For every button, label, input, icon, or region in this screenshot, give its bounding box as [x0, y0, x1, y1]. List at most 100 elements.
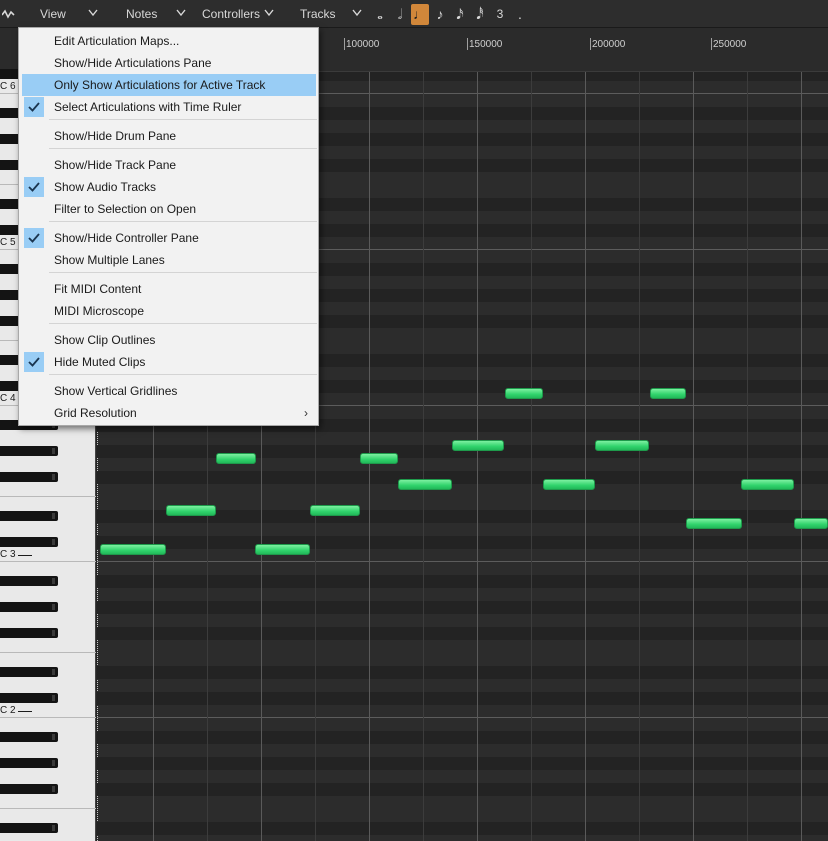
- menu-item-show-hide-controller-pane[interactable]: Show/Hide Controller Pane: [22, 227, 316, 249]
- chevron-down-icon[interactable]: [264, 0, 274, 28]
- midi-note[interactable]: [650, 388, 686, 399]
- white-key-divider: [0, 561, 96, 562]
- chevron-down-icon[interactable]: [88, 0, 98, 28]
- midi-note[interactable]: [310, 505, 360, 516]
- midi-note[interactable]: [166, 505, 216, 516]
- midi-note[interactable]: [505, 388, 543, 399]
- notes-menu[interactable]: Notes: [126, 0, 157, 28]
- menu-item-show-vertical-gridlines[interactable]: Show Vertical Gridlines: [22, 380, 316, 402]
- checkmark-icon: [24, 352, 44, 372]
- menu-item-label: Show/Hide Articulations Pane: [54, 56, 212, 70]
- midi-note[interactable]: [100, 544, 166, 555]
- menu-item-show-hide-drum-pane[interactable]: Show/Hide Drum Pane: [22, 125, 316, 147]
- thirty-second-note-icon[interactable]: 𝅘𝅥𝅰: [471, 4, 489, 25]
- menu-item-label: MIDI Microscope: [54, 304, 145, 318]
- triplet-button[interactable]: 3: [491, 4, 509, 25]
- midi-note[interactable]: [686, 518, 742, 529]
- black-key[interactable]: [0, 693, 58, 703]
- menu-item-label: Show Clip Outlines: [54, 333, 156, 347]
- black-key[interactable]: [0, 758, 58, 768]
- midi-note[interactable]: [543, 479, 595, 490]
- half-note-icon[interactable]: 𝅗𝅥: [391, 4, 409, 25]
- checkmark-icon: [24, 97, 44, 117]
- midi-note[interactable]: [595, 440, 649, 451]
- view-menu[interactable]: View: [40, 0, 66, 28]
- waveform-icon[interactable]: [1, 0, 16, 28]
- octave-tick: [18, 555, 32, 556]
- controllers-menu[interactable]: Controllers: [202, 0, 260, 28]
- menu-item-label: Only Show Articulations for Active Track: [54, 78, 266, 92]
- eighth-note-icon[interactable]: ♪: [431, 4, 449, 25]
- midi-note[interactable]: [216, 453, 256, 464]
- dotted-button[interactable]: .: [511, 4, 529, 25]
- quarter-note-icon[interactable]: ♩: [411, 4, 429, 25]
- black-key[interactable]: [0, 602, 58, 612]
- menu-item-label: Show Audio Tracks: [54, 180, 157, 194]
- octave-label: C 4: [0, 393, 16, 404]
- menu-separator: [49, 374, 317, 375]
- menu-item-label: Show Multiple Lanes: [54, 253, 165, 267]
- menu-item-label: Hide Muted Clips: [54, 355, 146, 369]
- vertical-gridline: [747, 72, 748, 841]
- white-key-divider: [0, 717, 96, 718]
- ruler-tick: [467, 38, 468, 50]
- menu-item-select-articulations-time-ruler[interactable]: Select Articulations with Time Ruler: [22, 96, 316, 118]
- toolbar: View Notes Controllers Tracks 𝅝 𝅗𝅥 ♩ ♪ 𝅘…: [0, 0, 828, 28]
- menu-item-fit-midi-content[interactable]: Fit MIDI Content: [22, 278, 316, 300]
- menu-item-midi-microscope[interactable]: MIDI Microscope: [22, 300, 316, 322]
- chevron-down-icon[interactable]: [352, 0, 362, 28]
- menu-item-grid-resolution[interactable]: Grid Resolution ›: [22, 402, 316, 424]
- menu-item-label: Show/Hide Controller Pane: [54, 231, 199, 245]
- ruler-label: 250000: [713, 39, 747, 50]
- white-key-divider: [0, 496, 96, 497]
- menu-item-edit-articulation-maps[interactable]: Edit Articulation Maps...: [22, 30, 316, 52]
- menu-separator: [49, 221, 317, 222]
- midi-note[interactable]: [360, 453, 398, 464]
- tracks-menu[interactable]: Tracks: [300, 0, 336, 28]
- vertical-gridline: [693, 72, 694, 841]
- ruler-label: 150000: [469, 39, 503, 50]
- black-key[interactable]: [0, 732, 58, 742]
- piano-roll-view: View Notes Controllers Tracks 𝅝 𝅗𝅥 ♩ ♪ 𝅘…: [0, 0, 828, 841]
- midi-note[interactable]: [255, 544, 310, 555]
- menu-item-label: Edit Articulation Maps...: [54, 34, 180, 48]
- vertical-gridline: [801, 72, 802, 841]
- midi-note[interactable]: [741, 479, 794, 490]
- whole-note-icon[interactable]: 𝅝: [371, 4, 389, 25]
- vertical-gridline: [639, 72, 640, 841]
- menu-item-label: Select Articulations with Time Ruler: [54, 100, 242, 114]
- menu-item-only-show-articulations-active-track[interactable]: Only Show Articulations for Active Track: [22, 74, 316, 96]
- black-key[interactable]: [0, 537, 58, 547]
- chevron-down-icon[interactable]: [176, 0, 186, 28]
- black-key[interactable]: [0, 823, 58, 833]
- white-key-divider: [0, 652, 96, 653]
- menu-item-show-hide-articulations-pane[interactable]: Show/Hide Articulations Pane: [22, 52, 316, 74]
- octave-label: C 6: [0, 81, 16, 92]
- menu-item-hide-muted-clips[interactable]: Hide Muted Clips: [22, 351, 316, 373]
- menu-item-filter-selection-open[interactable]: Filter to Selection on Open: [22, 198, 316, 220]
- midi-note[interactable]: [398, 479, 452, 490]
- ruler-tick: [344, 38, 345, 50]
- sixteenth-note-icon[interactable]: 𝅘𝅥𝅯: [451, 4, 469, 25]
- menu-item-show-clip-outlines[interactable]: Show Clip Outlines: [22, 329, 316, 351]
- menu-item-show-multiple-lanes[interactable]: Show Multiple Lanes: [22, 249, 316, 271]
- menu-item-show-audio-tracks[interactable]: Show Audio Tracks: [22, 176, 316, 198]
- black-key[interactable]: [0, 576, 58, 586]
- menu-separator: [49, 323, 317, 324]
- ruler-tick: [590, 38, 591, 50]
- octave-label: C 5: [0, 237, 16, 248]
- midi-note[interactable]: [452, 440, 504, 451]
- menu-item-label: Filter to Selection on Open: [54, 202, 197, 216]
- ruler-label: 200000: [592, 39, 626, 50]
- midi-note[interactable]: [794, 518, 828, 529]
- black-key[interactable]: [0, 511, 58, 521]
- black-key[interactable]: [0, 628, 58, 638]
- menu-item-show-hide-track-pane[interactable]: Show/Hide Track Pane: [22, 154, 316, 176]
- black-key[interactable]: [0, 667, 58, 677]
- checkmark-icon: [24, 228, 44, 248]
- black-key[interactable]: [0, 784, 58, 794]
- view-dropdown-menu: Edit Articulation Maps... Show/Hide Artic…: [18, 27, 319, 426]
- menu-item-label: Grid Resolution: [54, 406, 137, 420]
- black-key[interactable]: [0, 446, 58, 456]
- black-key[interactable]: [0, 472, 58, 482]
